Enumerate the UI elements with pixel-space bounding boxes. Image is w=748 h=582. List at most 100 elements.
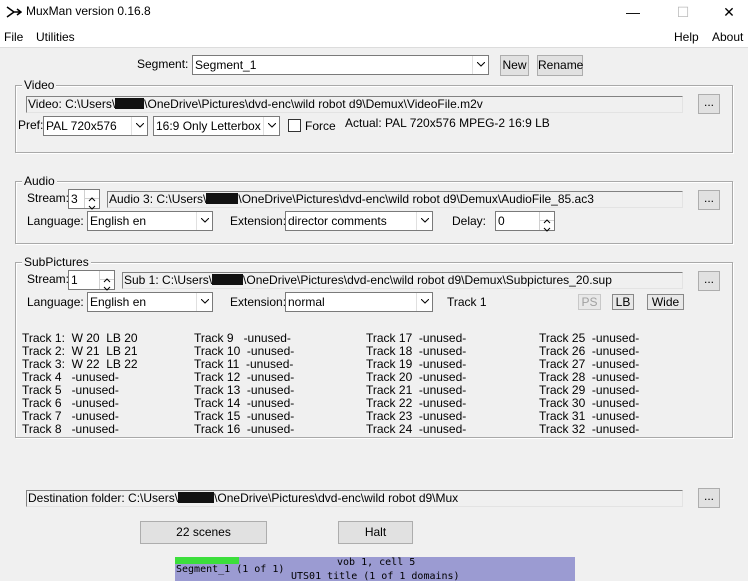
video-path-prefix: Video: C:\Users\ xyxy=(28,97,116,111)
sub-path-field: Sub 1: C:\Users\ \OneDrive\Pictures\dvd-e… xyxy=(122,272,683,289)
track-entry: Track 30 -unused- xyxy=(539,396,640,410)
menu-about[interactable]: About xyxy=(712,30,743,44)
track-entry: Track 7 -unused- xyxy=(22,409,119,423)
audio-delay-value: 0 xyxy=(498,214,505,228)
pref-select[interactable]: PAL 720x576 xyxy=(43,116,148,136)
track-entry: Track 5 -unused- xyxy=(22,383,119,397)
spin-up-icon[interactable] xyxy=(100,271,114,283)
spin-down-icon[interactable] xyxy=(85,199,99,210)
sub-language-select[interactable]: English en xyxy=(87,292,213,312)
spin-up-icon[interactable] xyxy=(540,212,554,224)
status-line-3: UTS01 title (1 of 1 domains) xyxy=(291,571,460,582)
destination-path-field: Destination folder: C:\Users\ \OneDrive\P… xyxy=(26,490,683,507)
track-entry: Track 31 -unused- xyxy=(539,409,640,423)
subpictures-group-label: SubPictures xyxy=(22,255,91,269)
track-entry: Track 3: W 22 LB 22 xyxy=(22,357,138,371)
pref-value: PAL 720x576 xyxy=(46,119,117,133)
redacted-username xyxy=(212,274,244,285)
sub-browse-button[interactable]: ... xyxy=(698,271,720,291)
track-entry: Track 18 -unused- xyxy=(366,344,467,358)
chevron-down-icon xyxy=(196,293,212,311)
force-label: Force xyxy=(305,119,336,133)
minimize-icon[interactable]: — xyxy=(610,0,656,24)
redacted-username xyxy=(115,98,145,109)
track-entry: Track 32 -unused- xyxy=(539,422,640,436)
aspect-value: 16:9 Only Letterbox xyxy=(156,119,261,133)
track-entry: Track 13 -unused- xyxy=(194,383,295,397)
audio-stream-spinner[interactable]: 3 xyxy=(68,189,100,210)
spin-down-icon[interactable] xyxy=(100,280,114,291)
sub-extension-select[interactable]: normal xyxy=(285,292,433,312)
audio-extension-label: Extension: xyxy=(230,214,287,228)
chevron-down-icon xyxy=(416,293,432,311)
rename-segment-button[interactable]: Rename xyxy=(537,55,583,76)
video-path-rest: \OneDrive\Pictures\dvd-enc\wild robot d9… xyxy=(144,97,483,111)
spin-down-icon[interactable] xyxy=(540,221,554,232)
video-group-label: Video xyxy=(22,78,57,92)
chevron-down-icon xyxy=(131,117,147,135)
track-entry: Track 21 -unused- xyxy=(366,383,467,397)
track-entry: Track 9 -unused- xyxy=(194,331,291,345)
track-entry: Track 24 -unused- xyxy=(366,422,467,436)
track-entry: Track 2: W 21 LB 21 xyxy=(22,344,138,358)
track-entry: Track 14 -unused- xyxy=(194,396,295,410)
track-entry: Track 12 -unused- xyxy=(194,370,295,384)
scenes-button[interactable]: 22 scenes xyxy=(140,521,267,544)
track-entry: Track 15 -unused- xyxy=(194,409,295,423)
track-entry: Track 4 -unused- xyxy=(22,370,119,384)
status-line-1: vob 1, cell 5 xyxy=(337,557,416,568)
segment-value: Segment_1 xyxy=(195,58,257,72)
destination-path-rest: \OneDrive\Pictures\dvd-enc\wild robot d9… xyxy=(214,491,459,505)
sub-stream-spinner[interactable]: 1 xyxy=(68,270,115,291)
force-checkbox[interactable] xyxy=(288,119,301,132)
ps-toggle[interactable]: PS xyxy=(578,294,601,310)
sub-stream-label: Stream: xyxy=(27,272,70,286)
track-entry: Track 19 -unused- xyxy=(366,357,467,371)
audio-extension-value: director comments xyxy=(288,214,387,228)
redacted-username xyxy=(178,492,215,503)
track-entry: Track 1: W 20 LB 20 xyxy=(22,331,138,345)
audio-browse-button[interactable]: ... xyxy=(698,190,720,210)
audio-stream-value: 3 xyxy=(71,192,78,206)
pref-label: Pref: xyxy=(18,118,44,132)
track-entry: Track 22 -unused- xyxy=(366,396,467,410)
sub-language-value: English en xyxy=(90,295,147,309)
audio-group-label: Audio xyxy=(22,174,57,188)
track-entry: Track 6 -unused- xyxy=(22,396,119,410)
lb-toggle[interactable]: LB xyxy=(612,294,634,310)
audio-extension-select[interactable]: director comments xyxy=(285,211,433,231)
halt-button[interactable]: Halt xyxy=(338,521,413,544)
audio-stream-label: Stream: xyxy=(27,191,70,205)
close-icon[interactable]: ✕ xyxy=(706,0,748,24)
maximize-icon[interactable]: ☐ xyxy=(660,0,706,24)
track-entry: Track 26 -unused- xyxy=(539,344,640,358)
new-segment-button[interactable]: New xyxy=(500,55,529,76)
sub-stream-value: 1 xyxy=(71,273,78,287)
audio-delay-spinner[interactable]: 0 xyxy=(495,211,555,232)
menu-file[interactable]: File xyxy=(4,30,23,44)
segment-select[interactable]: Segment_1 xyxy=(192,55,489,75)
track-entry: Track 29 -unused- xyxy=(539,383,640,397)
video-browse-button[interactable]: ... xyxy=(698,94,720,114)
audio-path-field: Audio 3: C:\Users\ \OneDrive\Pictures\dvd… xyxy=(107,191,683,208)
status-segment: Segment_1 (1 of 1) xyxy=(176,564,285,575)
sub-extension-value: normal xyxy=(288,295,325,309)
wide-toggle[interactable]: Wide xyxy=(647,294,684,310)
track-entry: Track 11 -unused- xyxy=(194,357,294,371)
audio-language-value: English en xyxy=(90,214,147,228)
track-entry: Track 23 -unused- xyxy=(366,409,467,423)
aspect-select[interactable]: 16:9 Only Letterbox xyxy=(153,116,280,136)
menu-help[interactable]: Help xyxy=(674,30,699,44)
chevron-down-icon xyxy=(263,117,279,135)
video-actual-info: Actual: PAL 720x576 MPEG-2 16:9 LB xyxy=(345,116,550,130)
spin-up-icon[interactable] xyxy=(85,190,99,202)
track-entry: Track 17 -unused- xyxy=(366,331,467,345)
window-title: MuxMan version 0.16.8 xyxy=(26,4,151,18)
sub-path-prefix: Sub 1: C:\Users\ xyxy=(124,273,213,287)
menu-utilities[interactable]: Utilities xyxy=(36,30,75,44)
audio-language-select[interactable]: English en xyxy=(87,211,213,231)
app-icon xyxy=(6,5,23,19)
destination-browse-button[interactable]: ... xyxy=(698,488,720,508)
track-entry: Track 27 -unused- xyxy=(539,357,640,371)
audio-language-label: Language: xyxy=(27,214,84,228)
